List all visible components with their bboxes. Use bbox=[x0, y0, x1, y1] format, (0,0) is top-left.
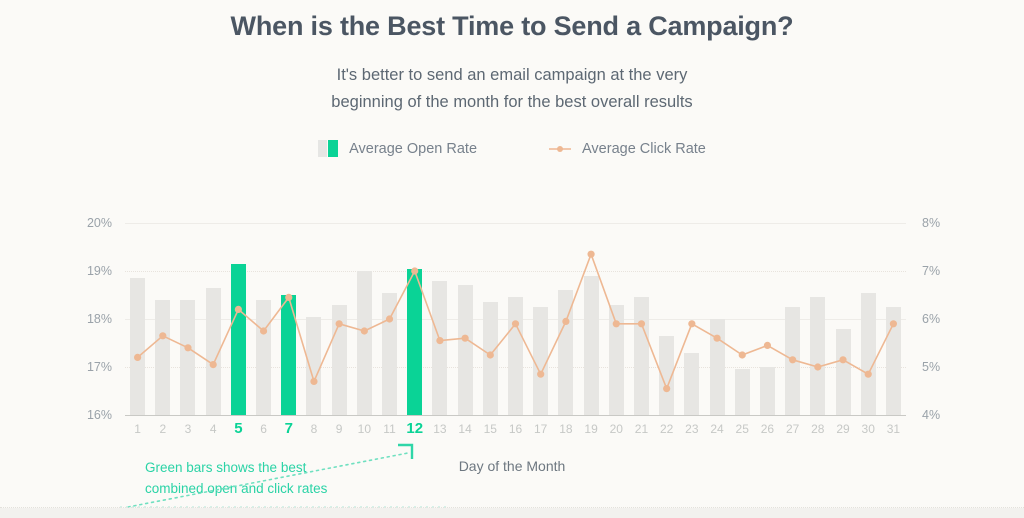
x-axis-tick-highlighted[interactable]: 5 bbox=[225, 420, 251, 437]
y-axis-right-tick: 4% bbox=[922, 408, 941, 422]
y-axis-right-tick: 5% bbox=[922, 360, 941, 374]
y-axis-right-tick: 6% bbox=[922, 312, 941, 326]
click-rate-point[interactable] bbox=[789, 356, 797, 364]
annotation-line-1: Green bars shows the best bbox=[145, 460, 307, 475]
x-axis-tick[interactable]: 14 bbox=[452, 422, 478, 436]
x-axis-tick[interactable]: 29 bbox=[830, 422, 856, 436]
subtitle-line-2: beginning of the month for the best over… bbox=[331, 93, 693, 112]
y-axis-left-tick: 17% bbox=[86, 360, 112, 374]
x-axis-tick[interactable]: 31 bbox=[880, 422, 906, 436]
y-axis-right-tick: 8% bbox=[922, 216, 941, 230]
chart-page: When is the Best Time to Send a Campaign… bbox=[0, 0, 1024, 518]
click-rate-point[interactable] bbox=[285, 293, 293, 301]
legend-label-open-rate: Average Open Rate bbox=[349, 140, 478, 157]
x-axis-tick[interactable]: 23 bbox=[679, 422, 705, 436]
x-axis-tick[interactable]: 1 bbox=[125, 422, 151, 436]
x-axis-tick[interactable]: 6 bbox=[251, 422, 277, 436]
click-rate-point[interactable] bbox=[209, 361, 217, 369]
click-rate-point[interactable] bbox=[713, 334, 721, 342]
x-axis-tick[interactable]: 18 bbox=[553, 422, 579, 436]
click-rate-point[interactable] bbox=[587, 250, 595, 258]
x-axis-tick[interactable]: 22 bbox=[654, 422, 680, 436]
click-rate-point[interactable] bbox=[259, 327, 268, 335]
plot-canvas bbox=[125, 223, 906, 416]
click-rate-point[interactable] bbox=[335, 320, 343, 328]
page-title: When is the Best Time to Send a Campaign… bbox=[230, 11, 794, 41]
gridline bbox=[125, 415, 906, 416]
x-axis-tick[interactable]: 27 bbox=[780, 422, 806, 436]
annotation-green-bars: Green bars shows the best combined open … bbox=[145, 458, 375, 500]
click-rate-point[interactable] bbox=[839, 356, 847, 364]
click-rate-point[interactable] bbox=[511, 320, 520, 328]
click-rate-point[interactable] bbox=[663, 385, 671, 393]
x-axis-tick[interactable]: 24 bbox=[704, 422, 730, 436]
y-axis-left-tick: 19% bbox=[86, 264, 112, 278]
x-axis-tick[interactable]: 11 bbox=[377, 422, 403, 436]
x-axis-tick[interactable]: 30 bbox=[855, 422, 881, 436]
click-rate-point[interactable] bbox=[763, 341, 772, 349]
line-series bbox=[134, 250, 898, 393]
x-axis-tick[interactable]: 15 bbox=[477, 422, 503, 436]
x-axis-tick[interactable]: 26 bbox=[754, 422, 780, 436]
x-axis-tick[interactable]: 16 bbox=[503, 422, 529, 436]
click-rate-point[interactable] bbox=[738, 351, 746, 359]
click-rate-point[interactable] bbox=[184, 344, 192, 352]
x-axis-tick[interactable]: 17 bbox=[528, 422, 554, 436]
click-rate-point[interactable] bbox=[688, 320, 696, 328]
x-axis-tick[interactable]: 13 bbox=[427, 422, 453, 436]
x-axis-tick-highlighted[interactable]: 7 bbox=[276, 420, 302, 437]
click-rate-point[interactable] bbox=[637, 320, 646, 328]
click-rate-point[interactable] bbox=[562, 317, 570, 325]
click-rate-point[interactable] bbox=[234, 305, 242, 313]
click-rate-point[interactable] bbox=[436, 337, 444, 345]
annotation-line-2: combined open and click rates bbox=[145, 480, 328, 496]
line-marker-icon bbox=[549, 144, 572, 154]
x-axis-tick[interactable]: 3 bbox=[175, 422, 201, 436]
x-axis-tick-highlighted[interactable]: 12 bbox=[402, 420, 428, 437]
click-rate-point[interactable] bbox=[134, 353, 142, 361]
legend-item-open-rate[interactable]: Average Open Rate bbox=[318, 140, 478, 158]
click-rate-point[interactable] bbox=[411, 267, 419, 275]
x-axis-tick[interactable]: 19 bbox=[578, 422, 604, 436]
x-axis-tick[interactable]: 2 bbox=[150, 422, 176, 436]
x-axis-tick[interactable]: 10 bbox=[351, 422, 377, 436]
plot-area: 20% 19% 18% 17% 16% 8% 7% 6% 5% 4% 1 2 3 4 5 6 7 8 9 10 11… bbox=[0, 200, 1024, 518]
y-axis-left-tick: 18% bbox=[86, 312, 112, 326]
click-rate-point[interactable] bbox=[159, 332, 167, 340]
x-axis-tick[interactable]: 25 bbox=[729, 422, 755, 436]
click-rate-point[interactable] bbox=[486, 351, 494, 359]
x-axis-tick[interactable]: 28 bbox=[805, 422, 831, 436]
click-rate-point[interactable] bbox=[814, 363, 822, 371]
bottom-strip bbox=[0, 508, 1024, 518]
x-axis-tick[interactable]: 9 bbox=[326, 422, 352, 436]
bar-swatch-icon bbox=[318, 140, 339, 158]
x-axis-tick[interactable]: 20 bbox=[603, 422, 629, 436]
click-rate-point[interactable] bbox=[360, 327, 368, 335]
y-axis-right: 8% 7% 6% 5% 4% bbox=[922, 217, 962, 421]
click-rate-point[interactable] bbox=[612, 320, 620, 328]
x-axis: 1 2 3 4 5 6 7 8 9 10 11 12 13 14 15 16 17 18 19 20 21 22 23 24 2… bbox=[125, 420, 906, 442]
y-axis-right-tick: 7% bbox=[922, 264, 941, 278]
chart-legend: Average Open Rate Average Click Rate bbox=[0, 140, 1024, 158]
click-rate-point[interactable] bbox=[537, 370, 545, 378]
x-axis-tick[interactable]: 8 bbox=[301, 422, 327, 436]
click-rate-point[interactable] bbox=[461, 334, 469, 342]
y-axis-left-tick: 16% bbox=[86, 408, 112, 422]
x-axis-tick[interactable]: 21 bbox=[628, 422, 654, 436]
subtitle-line-1: It's better to send an email campaign at… bbox=[336, 66, 688, 85]
y-axis-left-tick: 20% bbox=[86, 216, 112, 230]
y-axis-left: 20% 19% 18% 17% 16% bbox=[72, 217, 112, 421]
chart-subtitle: It's better to send an email campaign at… bbox=[0, 62, 1024, 116]
click-rate-point[interactable] bbox=[889, 320, 898, 328]
legend-item-click-rate[interactable]: Average Click Rate bbox=[549, 141, 706, 157]
click-rate-point[interactable] bbox=[310, 377, 318, 385]
legend-label-click-rate: Average Click Rate bbox=[582, 140, 706, 157]
x-axis-tick[interactable]: 4 bbox=[200, 422, 226, 436]
click-rate-point[interactable] bbox=[864, 370, 872, 378]
click-rate-point[interactable] bbox=[385, 315, 394, 323]
